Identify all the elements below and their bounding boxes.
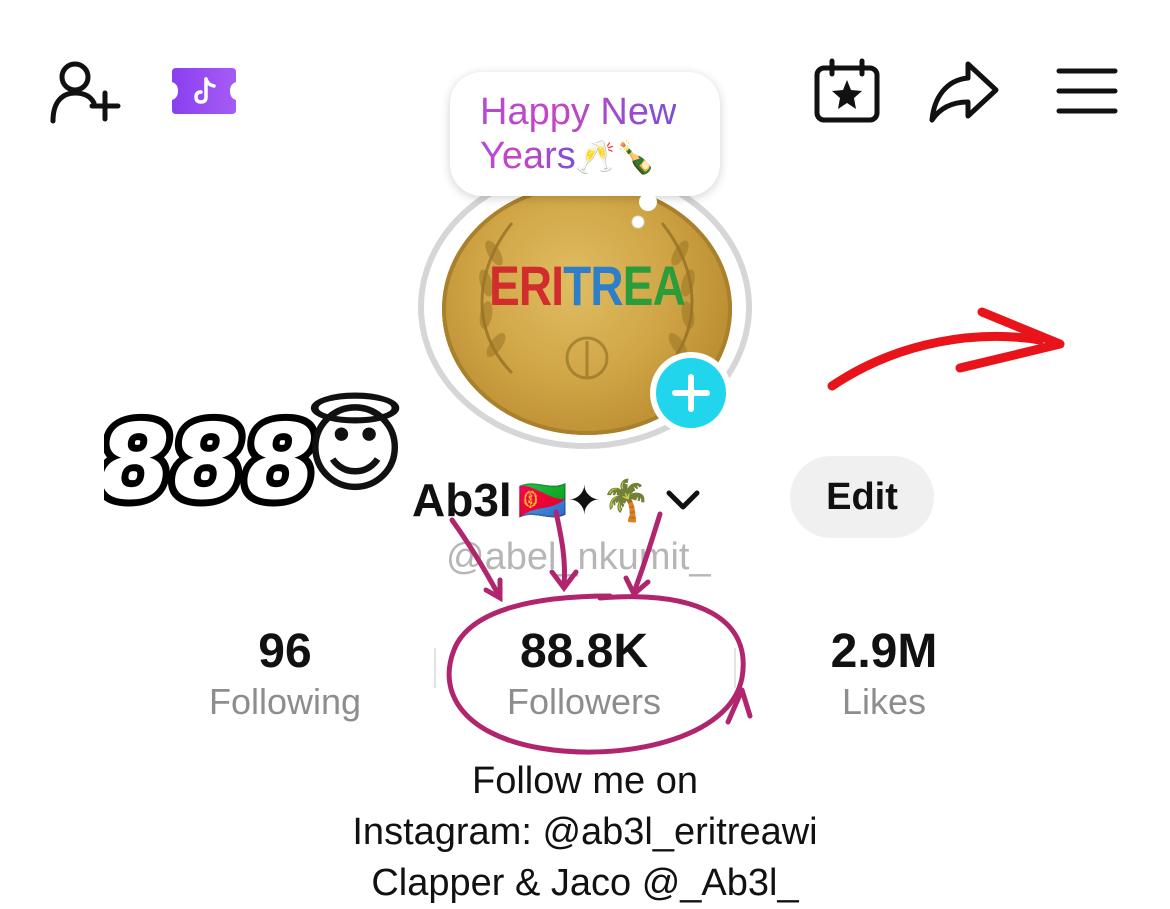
chevron-down-icon <box>665 488 701 512</box>
add-friend-icon[interactable] <box>48 56 122 126</box>
followers-count: 88.8K <box>519 625 649 678</box>
display-name-emojis: 🇪🇷✦🌴 <box>517 478 651 523</box>
username-handle[interactable]: @abel_nkumit_ <box>446 536 711 579</box>
stat-divider <box>734 648 736 688</box>
following-label: Following <box>208 681 362 722</box>
likes-label: Likes <box>841 681 927 722</box>
red-arrow <box>827 332 1045 391</box>
plus-icon <box>656 358 726 428</box>
likes-count: 2.9M <box>830 625 938 678</box>
red-arrow-head <box>955 307 1065 373</box>
toast-emoji: 🥂🍾 <box>575 139 656 175</box>
note-bubble[interactable]: Happy New Years🥂🍾 <box>450 72 720 196</box>
note-bubble-tail <box>631 194 657 229</box>
followers-label: Followers <box>506 681 662 722</box>
stat-likes[interactable]: 2.9M Likes <box>784 624 984 724</box>
bio-line: Follow me on <box>472 760 698 802</box>
avatar-image-text: ERITREA <box>489 254 686 317</box>
display-name: Ab3l <box>412 474 512 526</box>
halo-emoji: 😇 <box>304 394 407 504</box>
calendar-star-icon[interactable] <box>812 58 882 124</box>
edit-profile-button[interactable]: Edit <box>790 456 934 538</box>
sticker-888: 888 😇 <box>104 394 420 516</box>
stat-following[interactable]: 96 Following <box>185 624 385 724</box>
share-icon[interactable] <box>928 58 1002 124</box>
profile-bio: Follow me on Instagram: @ab3l_eritreawi … <box>185 756 985 909</box>
bio-line: Instagram: @ab3l_eritreawi <box>352 811 818 853</box>
circle-tail <box>725 687 753 725</box>
tiktok-coin-icon[interactable] <box>170 66 238 116</box>
note-text-line2: Years <box>480 135 576 177</box>
bio-line: Clapper & Jaco @_Ab3l_ <box>371 862 799 904</box>
stat-followers[interactable]: 88.8K Followers <box>484 624 684 724</box>
stat-divider <box>434 648 436 688</box>
menu-icon[interactable] <box>1056 66 1118 116</box>
note-text-line1: Happy New <box>480 91 677 133</box>
add-story-button[interactable] <box>650 352 732 434</box>
display-name-switcher[interactable]: Ab3l 🇪🇷✦🌴 <box>412 470 701 530</box>
following-count: 96 <box>258 625 312 678</box>
sticker-888-text: 888 <box>104 401 324 516</box>
